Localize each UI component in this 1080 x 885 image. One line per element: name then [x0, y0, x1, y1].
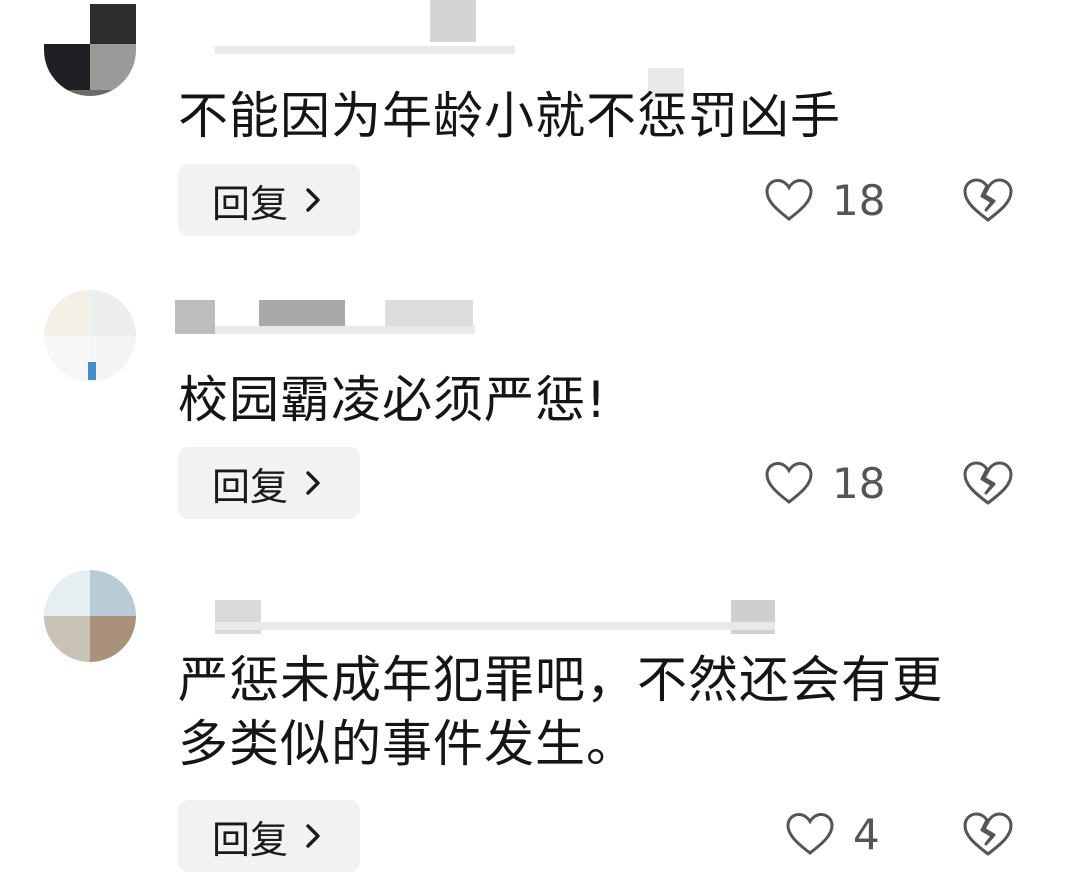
redaction-block — [430, 0, 476, 42]
comment-text: 不能因为年龄小就不惩罚凶手 — [178, 87, 841, 145]
username-blurred — [175, 600, 775, 634]
chevron-right-icon — [306, 188, 320, 212]
like-count: 18 — [832, 458, 886, 508]
like-button[interactable]: 4 — [785, 804, 880, 864]
comment-text: 校园霸凌必须严惩! — [178, 371, 608, 429]
avatar[interactable] — [44, 290, 136, 382]
reply-button[interactable]: 回复 — [178, 447, 360, 519]
avatar[interactable] — [44, 570, 136, 662]
chevron-right-icon — [306, 471, 320, 495]
reply-label: 回复 — [211, 181, 288, 226]
avatar[interactable] — [44, 4, 136, 96]
reply-button[interactable]: 回复 — [178, 800, 360, 872]
like-count: 4 — [853, 809, 880, 859]
broken-heart-icon[interactable] — [962, 460, 1014, 506]
like-count: 18 — [832, 175, 886, 225]
username-blurred — [175, 300, 475, 334]
heart-outline-icon — [765, 461, 813, 504]
like-button[interactable]: 18 — [764, 453, 885, 513]
reply-label: 回复 — [211, 464, 288, 509]
broken-heart-icon[interactable] — [962, 177, 1014, 223]
chevron-right-icon — [306, 824, 320, 848]
heart-outline-icon — [765, 178, 813, 221]
broken-heart-icon[interactable] — [962, 811, 1014, 857]
reply-button[interactable]: 回复 — [178, 164, 360, 236]
reply-label: 回复 — [211, 817, 288, 862]
comment-text: 严惩未成年犯罪吧，不然还会有更 多类似的事件发生。 — [178, 651, 943, 773]
heart-outline-icon — [786, 812, 834, 855]
like-button[interactable]: 18 — [764, 170, 885, 230]
